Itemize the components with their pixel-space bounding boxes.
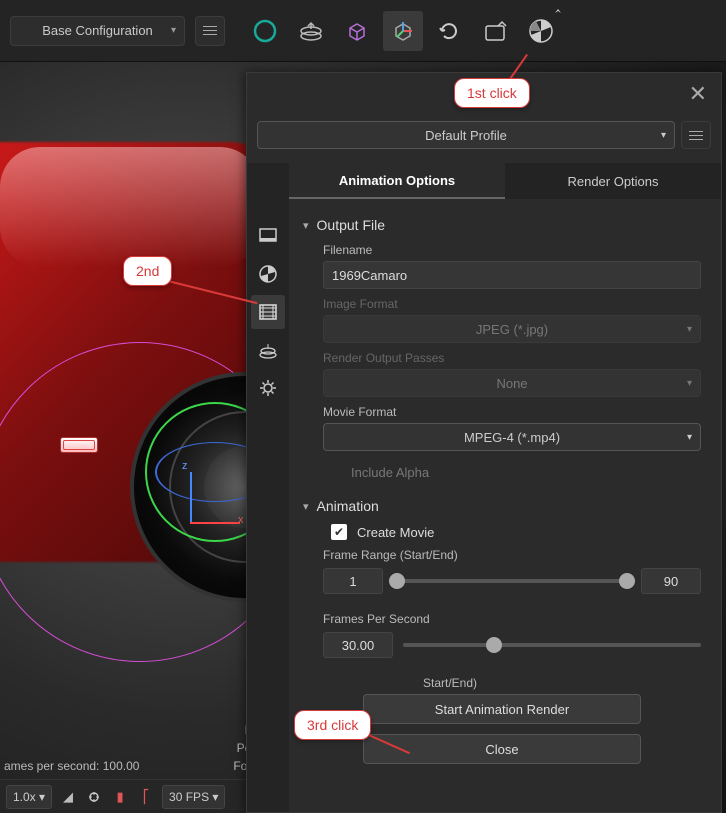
keyframe-bracket-icon[interactable]: ⎡: [136, 787, 156, 807]
create-movie-row: ✔ Create Movie: [331, 524, 701, 540]
car-highlight: [0, 147, 260, 267]
filename-input[interactable]: [323, 261, 701, 289]
section-animation-header[interactable]: ▾ Animation: [303, 498, 701, 514]
profile-menu-button[interactable]: [681, 121, 711, 149]
chevron-down-icon: ▾: [687, 378, 692, 389]
keyframe-marker-icon[interactable]: ▮: [110, 787, 130, 807]
gizmo-label-z: z: [182, 460, 188, 472]
fps-slider-thumb[interactable]: [486, 637, 502, 653]
gizmo-tool-icon[interactable]: [383, 11, 423, 51]
timeline-zoom-select[interactable]: 1.0x ▾: [6, 785, 52, 809]
filename-label: Filename: [323, 243, 701, 257]
movie-format-value: MPEG-4 (*.mp4): [464, 430, 560, 445]
tab-render-options[interactable]: Render Options: [505, 163, 721, 199]
create-movie-checkbox[interactable]: ✔: [331, 524, 347, 540]
movie-format-label: Movie Format: [323, 405, 701, 419]
profile-row: Default Profile ▾: [247, 115, 721, 163]
status-bar: ames per second: 100.00: [0, 757, 250, 775]
render-passes-select: None ▾: [323, 369, 701, 397]
movie-format-select[interactable]: MPEG-4 (*.mp4) ▾: [323, 423, 701, 451]
add-keyframe-icon[interactable]: [84, 787, 104, 807]
side-tab-settings[interactable]: [251, 371, 285, 405]
chevron-down-icon: ▾: [303, 500, 309, 513]
frame-range-row: [323, 568, 701, 594]
configuration-dropdown[interactable]: Base Configuration ▾: [10, 16, 185, 46]
side-tab-output[interactable]: [251, 219, 285, 253]
timeline-zoom-value: 1.0x: [13, 790, 36, 804]
cube-wireframe-icon[interactable]: [337, 11, 377, 51]
chevron-down-icon: ▾: [303, 219, 309, 232]
section-output-file-title: Output File: [317, 217, 385, 233]
frame-start-input[interactable]: [323, 568, 383, 594]
sphere-tool-icon[interactable]: [245, 11, 285, 51]
transform-gizmo[interactable]: x z: [150, 452, 230, 532]
gizmo-axis-z[interactable]: [190, 472, 192, 522]
turntable-tool-icon[interactable]: [291, 11, 331, 51]
refresh-icon[interactable]: [429, 11, 469, 51]
side-marker-light: [60, 437, 98, 453]
chevron-down-icon: ▾: [687, 324, 692, 335]
chevron-down-icon: ▾: [687, 432, 692, 443]
render-settings-panel: ✕ Default Profile ▾: [246, 72, 722, 813]
gizmo-label-x: x: [238, 514, 244, 526]
tool-icon-group: [245, 11, 561, 51]
configuration-menu-button[interactable]: [195, 16, 225, 46]
frame-range-start-thumb[interactable]: [389, 573, 405, 589]
frame-range-slider[interactable]: [393, 579, 631, 583]
frame-range-end-thumb[interactable]: [619, 573, 635, 589]
image-format-value: JPEG (*.jpg): [476, 322, 548, 337]
fps-label: Frames Per Second: [323, 612, 701, 626]
include-alpha-label: Include Alpha: [351, 465, 429, 480]
tab-render-label: Render Options: [567, 174, 658, 189]
timeline-fps-value: 30 FPS: [169, 790, 209, 804]
close-button-label: Close: [485, 742, 518, 757]
snapshot-icon[interactable]: [475, 11, 515, 51]
side-tab-camera[interactable]: [251, 257, 285, 291]
configuration-label: Base Configuration: [42, 23, 153, 38]
chevron-down-icon: ▾: [661, 130, 666, 141]
create-movie-label: Create Movie: [357, 525, 434, 540]
fps-input[interactable]: [323, 632, 393, 658]
frame-range-label: Frame Range (Start/End): [323, 548, 701, 562]
animation-range-label-clipped: Start/End): [323, 676, 701, 690]
status-fps: ames per second: 100.00: [4, 757, 250, 775]
section-output-file-header[interactable]: ▾ Output File: [303, 217, 701, 233]
close-button[interactable]: Close: [363, 734, 641, 764]
prev-keyframe-icon[interactable]: ◢: [58, 787, 78, 807]
section-animation-title: Animation: [317, 498, 379, 514]
image-format-label: Image Format: [323, 297, 701, 311]
start-render-label: Start Animation Render: [435, 702, 569, 717]
tab-animation-options[interactable]: Animation Options: [289, 163, 505, 199]
render-settings-icon[interactable]: [521, 11, 561, 51]
close-icon[interactable]: ✕: [689, 81, 707, 107]
start-animation-render-button[interactable]: Start Animation Render: [363, 694, 641, 724]
options-tabstrip: Animation Options Render Options: [289, 163, 721, 199]
fps-row: [323, 632, 701, 658]
render-passes-label: Render Output Passes: [323, 351, 701, 365]
panel-header: ✕: [247, 73, 721, 115]
tab-animation-label: Animation Options: [339, 173, 455, 188]
gizmo-axis-x[interactable]: [190, 522, 240, 524]
timeline-toolbar: 1.0x ▾ ◢ ▮ ⎡ 30 FPS ▾: [0, 779, 250, 813]
chevron-down-icon: ▾: [171, 25, 176, 36]
side-tab-environment[interactable]: [251, 333, 285, 367]
fps-slider[interactable]: [403, 643, 701, 647]
timeline-fps-select[interactable]: 30 FPS ▾: [162, 785, 225, 809]
render-profile-select[interactable]: Default Profile ▾: [257, 121, 675, 149]
top-toolbar: Base Configuration ▾: [0, 0, 726, 62]
render-profile-value: Default Profile: [425, 128, 507, 143]
side-tab-animation[interactable]: [251, 295, 285, 329]
render-passes-value: None: [496, 376, 527, 391]
image-format-select: JPEG (*.jpg) ▾: [323, 315, 701, 343]
options-scroll-area[interactable]: ▾ Output File Filename Image Format JPEG…: [289, 199, 721, 812]
frame-end-input[interactable]: [641, 568, 701, 594]
side-tab-strip: [247, 163, 289, 812]
